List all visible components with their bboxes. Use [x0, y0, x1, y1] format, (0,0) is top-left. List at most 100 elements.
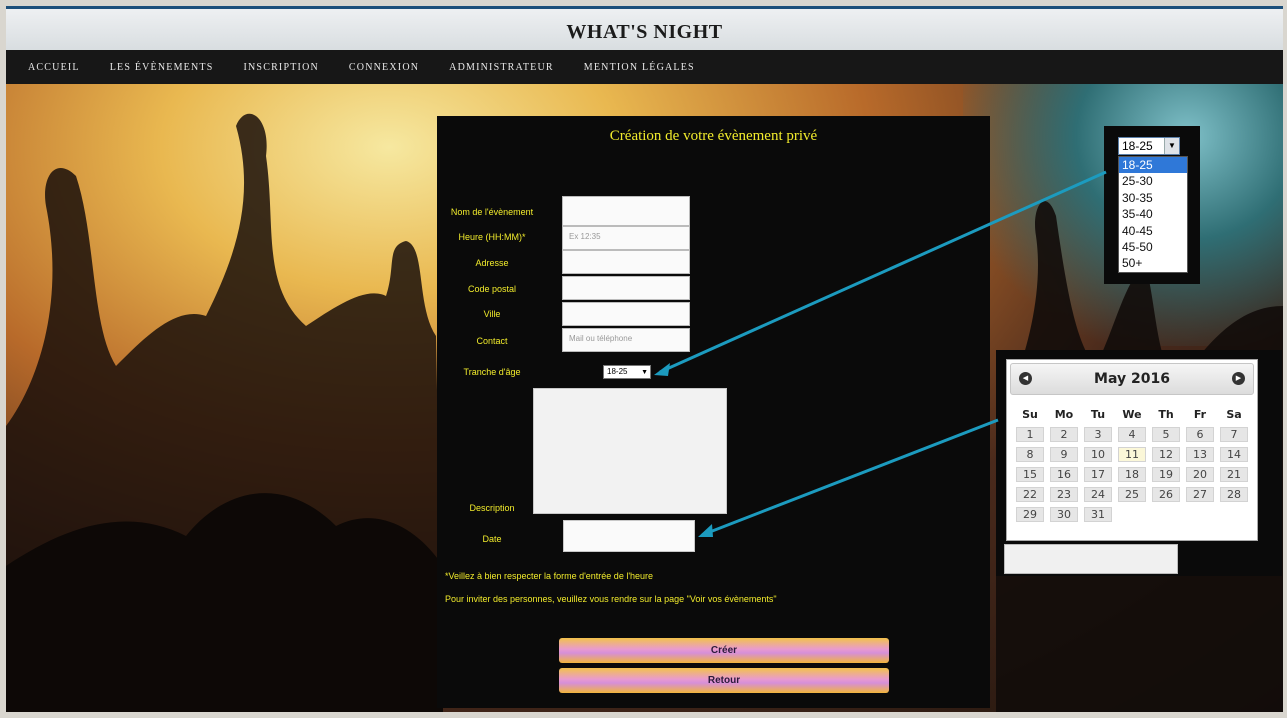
calendar-day-cell[interactable]: 6: [1183, 424, 1217, 444]
label-time: Heure (HH:MM)*: [458, 232, 526, 242]
calendar-day-cell[interactable]: 25: [1115, 484, 1149, 504]
calendar-day-cell[interactable]: 29: [1013, 504, 1047, 524]
calendar-day[interactable]: 19: [1152, 466, 1180, 482]
calendar-day-cell[interactable]: 2: [1047, 424, 1081, 444]
note-invite: Pour inviter des personnes, veuillez vou…: [445, 594, 777, 604]
label-contact: Contact: [476, 336, 508, 346]
calendar-day-cell[interactable]: 1: [1013, 424, 1047, 444]
chevron-right-icon[interactable]: ▶: [1232, 372, 1245, 385]
calendar-day-cell[interactable]: 31: [1081, 504, 1115, 524]
nav-item-mention-legales[interactable]: MENTION LÉGALES: [584, 62, 695, 73]
calendar-day-cell[interactable]: 4: [1115, 424, 1149, 444]
calendar-days: 1 2 3 4 5 6 7 8 9 10 11 12 13 14 15 16 17 18 19 20 21 22 23 24 2…: [1013, 424, 1251, 524]
calendar-day-cell[interactable]: 11: [1115, 444, 1149, 464]
calendar-day[interactable]: 26: [1152, 486, 1180, 502]
chevron-down-icon: ▼: [641, 369, 648, 376]
calendar-day-cell[interactable]: 7: [1217, 424, 1251, 444]
age-option[interactable]: 45-50: [1119, 239, 1187, 255]
age-option[interactable]: 18-25: [1119, 157, 1187, 174]
calendar-day[interactable]: 18: [1118, 466, 1146, 482]
age-dropdown-select[interactable]: 18-25 ▼: [1118, 137, 1180, 155]
nav-item-accueil[interactable]: ACCUEIL: [28, 62, 80, 73]
calendar-day[interactable]: 1: [1016, 426, 1044, 442]
label-date: Date: [482, 534, 502, 544]
age-option[interactable]: 30-35: [1119, 190, 1187, 206]
calendar-day-cell[interactable]: 18: [1115, 464, 1149, 484]
calendar-day[interactable]: 24: [1084, 486, 1112, 502]
age-option[interactable]: 25-30: [1119, 173, 1187, 189]
calendar-day-cell[interactable]: 19: [1149, 464, 1183, 484]
age-option[interactable]: 40-45: [1119, 223, 1187, 239]
age-range-select[interactable]: 18-25 ▼: [603, 365, 651, 379]
calendar-day[interactable]: 28: [1220, 486, 1248, 502]
calendar-day[interactable]: 27: [1186, 486, 1214, 502]
nav-item-connexion[interactable]: CONNEXION: [349, 62, 419, 73]
chevron-left-icon[interactable]: ◀: [1019, 372, 1032, 385]
calendar-day-cell[interactable]: 24: [1081, 484, 1115, 504]
calendar-day-cell[interactable]: 13: [1183, 444, 1217, 464]
calendar-day-cell[interactable]: 28: [1217, 484, 1251, 504]
calendar-day[interactable]: 12: [1152, 446, 1180, 462]
calendar-day[interactable]: 7: [1220, 426, 1248, 442]
calendar-day[interactable]: 13: [1186, 446, 1214, 462]
calendar-day[interactable]: 30: [1050, 506, 1078, 522]
label-address: Adresse: [475, 258, 509, 268]
calendar-day-cell[interactable]: 15: [1013, 464, 1047, 484]
calendar-day[interactable]: 9: [1050, 446, 1078, 462]
calendar-day[interactable]: 22: [1016, 486, 1044, 502]
calendar-day[interactable]: 8: [1016, 446, 1044, 462]
nav-item-inscription[interactable]: INSCRIPTION: [243, 62, 318, 73]
calendar-day[interactable]: 17: [1084, 466, 1112, 482]
calendar-day[interactable]: 2: [1050, 426, 1078, 442]
calendar-day[interactable]: 16: [1050, 466, 1078, 482]
calendar-day[interactable]: 3: [1084, 426, 1112, 442]
nav-item-evenements[interactable]: LES ÉVÈNEMENTS: [110, 62, 214, 73]
calendar-day-cell[interactable]: 30: [1047, 504, 1081, 524]
calendar-day-cell[interactable]: 21: [1217, 464, 1251, 484]
calendar-week-row: 15 16 17 18 19 20 21: [1013, 464, 1251, 484]
calendar-day[interactable]: 11: [1118, 446, 1146, 462]
postal-code-field[interactable]: [562, 276, 690, 300]
calendar-day-cell: [1149, 504, 1183, 524]
calendar-day-cell[interactable]: 20: [1183, 464, 1217, 484]
calendar-day[interactable]: 5: [1152, 426, 1180, 442]
calendar-day-cell[interactable]: 5: [1149, 424, 1183, 444]
address-field[interactable]: [562, 250, 690, 274]
calendar-day[interactable]: 31: [1084, 506, 1112, 522]
event-form-panel: Création de votre évènement privé Nom de…: [437, 116, 990, 708]
calendar-day[interactable]: 20: [1186, 466, 1214, 482]
contact-field[interactable]: Mail ou téléphone: [562, 328, 690, 352]
calendar-day-cell[interactable]: 12: [1149, 444, 1183, 464]
event-name-field[interactable]: [562, 196, 690, 226]
calendar-day[interactable]: 21: [1220, 466, 1248, 482]
calendar-day[interactable]: 25: [1118, 486, 1146, 502]
nav-item-administrateur[interactable]: ADMINISTRATEUR: [449, 62, 554, 73]
age-dropdown-value: 18-25: [1122, 139, 1153, 153]
calendar-day[interactable]: 15: [1016, 466, 1044, 482]
calendar-day-cell[interactable]: 17: [1081, 464, 1115, 484]
calendar-day-cell[interactable]: 8: [1013, 444, 1047, 464]
calendar-day-cell[interactable]: 22: [1013, 484, 1047, 504]
description-textarea[interactable]: [533, 388, 727, 514]
calendar-day-cell[interactable]: 9: [1047, 444, 1081, 464]
calendar-day[interactable]: 29: [1016, 506, 1044, 522]
create-button[interactable]: Créer: [559, 638, 889, 663]
calendar-day-cell[interactable]: 26: [1149, 484, 1183, 504]
calendar-day-cell[interactable]: 16: [1047, 464, 1081, 484]
age-option[interactable]: 50+: [1119, 255, 1187, 271]
calendar-day[interactable]: 23: [1050, 486, 1078, 502]
calendar-day[interactable]: 4: [1118, 426, 1146, 442]
calendar-day-cell[interactable]: 14: [1217, 444, 1251, 464]
calendar-day-cell[interactable]: 3: [1081, 424, 1115, 444]
date-field[interactable]: [563, 520, 695, 552]
calendar-day[interactable]: 14: [1220, 446, 1248, 462]
calendar-day[interactable]: 6: [1186, 426, 1214, 442]
calendar-day-cell[interactable]: 10: [1081, 444, 1115, 464]
time-field[interactable]: Ex 12:35: [562, 226, 690, 250]
calendar-day-cell[interactable]: 23: [1047, 484, 1081, 504]
back-button[interactable]: Retour: [559, 668, 889, 693]
calendar-day[interactable]: 10: [1084, 446, 1112, 462]
age-option[interactable]: 35-40: [1119, 206, 1187, 222]
calendar-day-cell[interactable]: 27: [1183, 484, 1217, 504]
city-field[interactable]: [562, 302, 690, 326]
